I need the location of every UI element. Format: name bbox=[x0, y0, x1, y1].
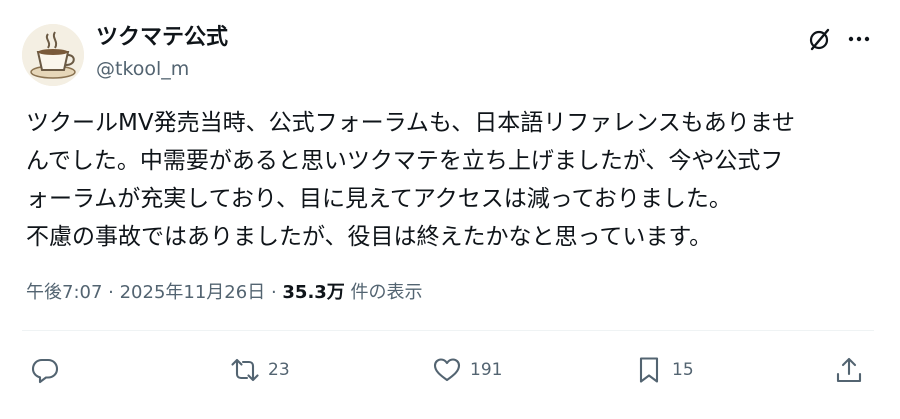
bookmark-icon bbox=[639, 357, 659, 383]
tweet-text: ツクールMV発売当時、公式フォーラムも、日本語リファレンスもありませ んでした。… bbox=[26, 104, 884, 256]
meta-separator: · bbox=[102, 282, 120, 303]
retweet-count: 23 bbox=[268, 360, 290, 380]
handle[interactable]: @tkool_m bbox=[96, 57, 189, 81]
tweet-line: ォーラムが充実しており、目に見えてアクセスは減っておりました。 bbox=[26, 186, 732, 212]
reply-icon bbox=[31, 358, 59, 384]
tweet-line: んでした。中需要があると思いツクマテを立ち上げましたが、今や公式フ bbox=[26, 148, 784, 174]
reply-button[interactable] bbox=[30, 355, 68, 385]
retweet-button[interactable]: 23 bbox=[230, 355, 290, 385]
view-label: 件の表示 bbox=[344, 282, 423, 303]
meta-separator: · bbox=[265, 282, 283, 303]
share-button[interactable] bbox=[834, 355, 872, 385]
view-count[interactable]: 35.3万 bbox=[282, 282, 344, 303]
heart-icon bbox=[433, 358, 461, 382]
tweet-meta: 午後7:07 · 2025年11月26日 · 35.3万 件の表示 bbox=[26, 280, 423, 306]
retweet-icon bbox=[231, 358, 259, 382]
display-name[interactable]: ツクマテ公式 bbox=[96, 24, 228, 52]
tweet-line: ツクールMV発売当時、公式フォーラムも、日本語リファレンスもありませ bbox=[26, 110, 796, 136]
divider bbox=[22, 330, 874, 331]
grok-icon[interactable] bbox=[806, 26, 832, 52]
share-icon bbox=[836, 357, 862, 383]
like-button[interactable]: 191 bbox=[432, 355, 502, 385]
coffee-cup-logo bbox=[22, 24, 84, 86]
avatar[interactable] bbox=[22, 24, 84, 86]
post-time[interactable]: 午後7:07 bbox=[26, 282, 102, 303]
bookmark-count: 15 bbox=[672, 360, 694, 380]
tweet-line: 不慮の事故ではありましたが、役目は終えたかなと思っています。 bbox=[26, 224, 713, 250]
more-icon[interactable] bbox=[846, 26, 872, 52]
post-date[interactable]: 2025年11月26日 bbox=[120, 282, 266, 303]
bookmark-button[interactable]: 15 bbox=[634, 355, 694, 385]
like-count: 191 bbox=[470, 360, 503, 380]
